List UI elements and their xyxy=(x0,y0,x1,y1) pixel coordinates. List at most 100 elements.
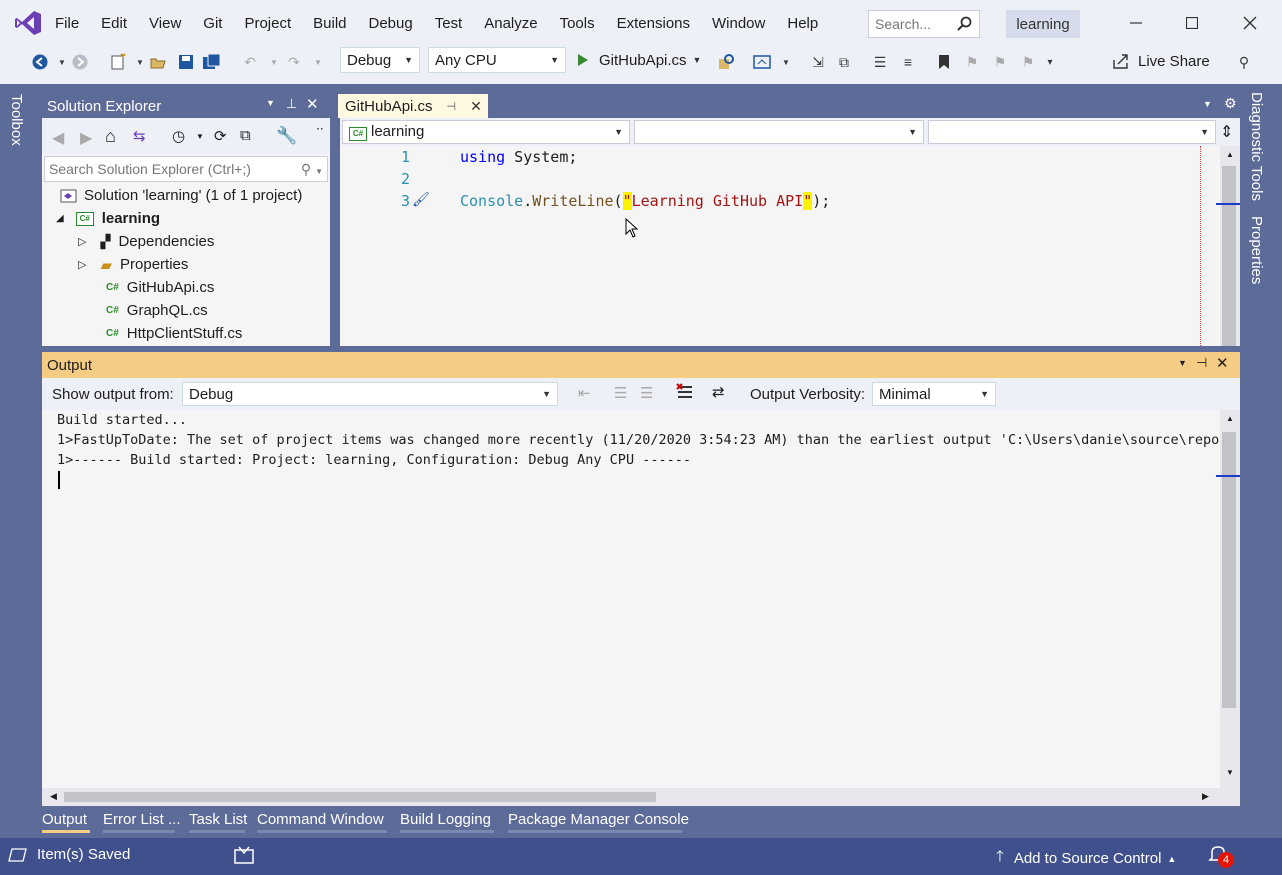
tab-command-window[interactable]: Command Window xyxy=(257,806,384,832)
close-panel-icon[interactable]: ✕ xyxy=(306,95,319,113)
close-tab-icon[interactable]: ✕ xyxy=(470,98,482,115)
pin-icon[interactable]: ⊣ xyxy=(1196,355,1207,371)
menu-help[interactable]: Help xyxy=(776,0,829,46)
previous-message-icon[interactable]: ☰ xyxy=(614,384,627,402)
gear-icon[interactable]: ⚙ xyxy=(1224,95,1237,112)
navigate-back-icon[interactable] xyxy=(30,52,50,72)
next-message-icon[interactable]: ☰ xyxy=(640,384,653,402)
step-over-icon[interactable]: ⧉ xyxy=(834,52,854,72)
collapse-all-icon[interactable]: ⧉ xyxy=(240,127,251,144)
output-horizontal-scrollbar[interactable]: ◀ ▶ xyxy=(42,788,1240,806)
redo-icon[interactable]: ↷ xyxy=(284,52,304,72)
scroll-thumb[interactable] xyxy=(64,792,656,802)
quick-actions-brush-icon[interactable]: 🖌 xyxy=(412,192,430,208)
new-project-icon[interactable] xyxy=(108,52,128,72)
diagnostic-tools-tab[interactable]: Diagnostic Tools xyxy=(1248,92,1265,201)
scroll-up-icon[interactable]: ▲ xyxy=(1226,150,1234,159)
open-file-icon[interactable] xyxy=(148,52,168,72)
undo-dropdown-icon[interactable]: ▼ xyxy=(264,52,284,72)
output-vertical-scrollbar[interactable]: ▲ ▼ xyxy=(1220,410,1240,788)
outdent-icon[interactable]: ☰ xyxy=(870,52,890,72)
scroll-right-icon[interactable]: ▶ xyxy=(1202,791,1209,802)
project-navigation-select[interactable]: C# learning ▼ xyxy=(342,120,630,144)
pin-icon[interactable]: ⊥ xyxy=(286,96,297,112)
browser-link-dropdown-icon[interactable]: ▼ xyxy=(776,52,796,72)
search-input[interactable]: Search... xyxy=(868,10,980,38)
forward-icon[interactable]: ▶ xyxy=(80,128,92,148)
solution-configuration-select[interactable]: Debug ▼ xyxy=(340,47,420,73)
properties-wrench-icon[interactable]: 🔧 xyxy=(276,126,297,146)
menu-tools[interactable]: Tools xyxy=(549,0,606,46)
tab-package-manager-console[interactable]: Package Manager Console xyxy=(508,806,689,832)
new-project-dropdown-icon[interactable]: ▼ xyxy=(130,52,150,72)
comment-icon[interactable]: ≡ xyxy=(898,52,918,72)
add-to-source-control-button[interactable]: 🡑 Add to Source Control ▲ xyxy=(996,846,1176,871)
toolbox-tab[interactable]: Toolbox xyxy=(8,94,25,146)
pin-tab-icon[interactable]: ⊣ xyxy=(447,100,457,113)
tree-item-solution[interactable]: Solution 'learning' (1 of 1 project) xyxy=(60,184,302,207)
close-button[interactable] xyxy=(1230,8,1270,38)
bookmark-icon[interactable] xyxy=(934,52,954,72)
scroll-down-icon[interactable]: ▼ xyxy=(1226,768,1234,777)
tree-item-properties[interactable]: ▷ ▰ Properties xyxy=(78,253,188,276)
menu-window[interactable]: Window xyxy=(701,0,776,46)
menu-git[interactable]: Git xyxy=(192,0,233,46)
tree-item-file[interactable]: C# GraphQL.cs xyxy=(106,299,208,322)
notifications-inbox-icon[interactable] xyxy=(234,845,254,869)
word-wrap-icon[interactable]: ⇄ xyxy=(712,383,725,401)
step-into-icon[interactable]: ⇲ xyxy=(808,52,828,72)
type-navigation-select[interactable]: ▼ xyxy=(634,120,924,144)
window-position-dropdown-icon[interactable]: ▼ xyxy=(266,98,275,108)
menu-test[interactable]: Test xyxy=(424,0,474,46)
filter-dropdown-icon[interactable]: ▼ xyxy=(196,132,204,141)
menu-debug[interactable]: Debug xyxy=(358,0,424,46)
feedback-icon[interactable]: ⚲ xyxy=(1234,52,1254,72)
close-panel-icon[interactable]: ✕ xyxy=(1216,354,1229,372)
solution-platform-select[interactable]: Any CPU ▼ xyxy=(428,47,566,73)
tab-list-dropdown-icon[interactable]: ▼ xyxy=(1203,99,1212,109)
menu-view[interactable]: View xyxy=(138,0,192,46)
save-icon[interactable] xyxy=(176,52,196,72)
tree-item-project[interactable]: ◢ C# learning xyxy=(56,207,160,230)
menu-build[interactable]: Build xyxy=(302,0,357,46)
maximize-button[interactable] xyxy=(1172,8,1212,38)
find-message-icon[interactable]: ⇤ xyxy=(578,384,591,402)
tree-item-dependencies[interactable]: ▷ ▞ Dependencies xyxy=(78,230,214,253)
next-bookmark-icon[interactable]: ⚑ xyxy=(990,52,1010,72)
menu-file[interactable]: File xyxy=(44,0,90,46)
find-in-files-icon[interactable] xyxy=(716,52,736,72)
output-source-select[interactable]: Debug ▼ xyxy=(182,382,558,406)
tab-output[interactable]: Output xyxy=(42,806,87,832)
navigate-back-dropdown-icon[interactable]: ▼ xyxy=(52,52,72,72)
scroll-thumb[interactable] xyxy=(1222,166,1236,346)
verbosity-select[interactable]: Minimal ▼ xyxy=(872,382,996,406)
home-icon[interactable]: ⌂ xyxy=(105,126,116,147)
clear-bookmarks-icon[interactable]: ⚑ xyxy=(1018,52,1038,72)
back-icon[interactable]: ◀ xyxy=(52,128,64,148)
browser-link-icon[interactable] xyxy=(752,52,772,72)
pending-changes-filter-icon[interactable]: ◷ xyxy=(172,127,185,145)
window-position-dropdown-icon[interactable]: ▼ xyxy=(1178,358,1187,368)
sync-icon[interactable]: ⟳ xyxy=(214,127,227,145)
scroll-left-icon[interactable]: ◀ xyxy=(50,791,57,802)
member-navigation-select[interactable]: ▼ xyxy=(928,120,1216,144)
clear-all-icon[interactable] xyxy=(676,383,694,406)
switch-views-icon[interactable]: ⇆ xyxy=(133,127,146,145)
tab-task-list[interactable]: Task List xyxy=(189,806,247,832)
tree-item-file[interactable]: C# HttpClientStuff.cs xyxy=(106,322,242,345)
notifications-bell-button[interactable]: 4 xyxy=(1208,844,1234,868)
minimize-button[interactable] xyxy=(1116,8,1156,38)
live-share-button[interactable]: Live Share xyxy=(1112,50,1210,72)
menu-project[interactable]: Project xyxy=(233,0,302,46)
editor-vertical-scrollbar[interactable]: ▲ xyxy=(1220,146,1240,346)
output-text-area[interactable]: Build started... 1>FastUpToDate: The set… xyxy=(42,410,1236,788)
properties-tab[interactable]: Properties xyxy=(1248,216,1265,284)
tree-item-file[interactable]: C# GitHubApi.cs xyxy=(106,276,214,299)
menu-extensions[interactable]: Extensions xyxy=(606,0,701,46)
start-debugging-button[interactable]: GitHubApi.cs ▼ xyxy=(574,47,701,73)
scroll-up-icon[interactable]: ▲ xyxy=(1226,414,1234,423)
menu-analyze[interactable]: Analyze xyxy=(473,0,548,46)
tab-error-list[interactable]: Error List ... xyxy=(103,806,181,832)
menu-edit[interactable]: Edit xyxy=(90,0,138,46)
previous-bookmark-icon[interactable]: ⚑ xyxy=(962,52,982,72)
